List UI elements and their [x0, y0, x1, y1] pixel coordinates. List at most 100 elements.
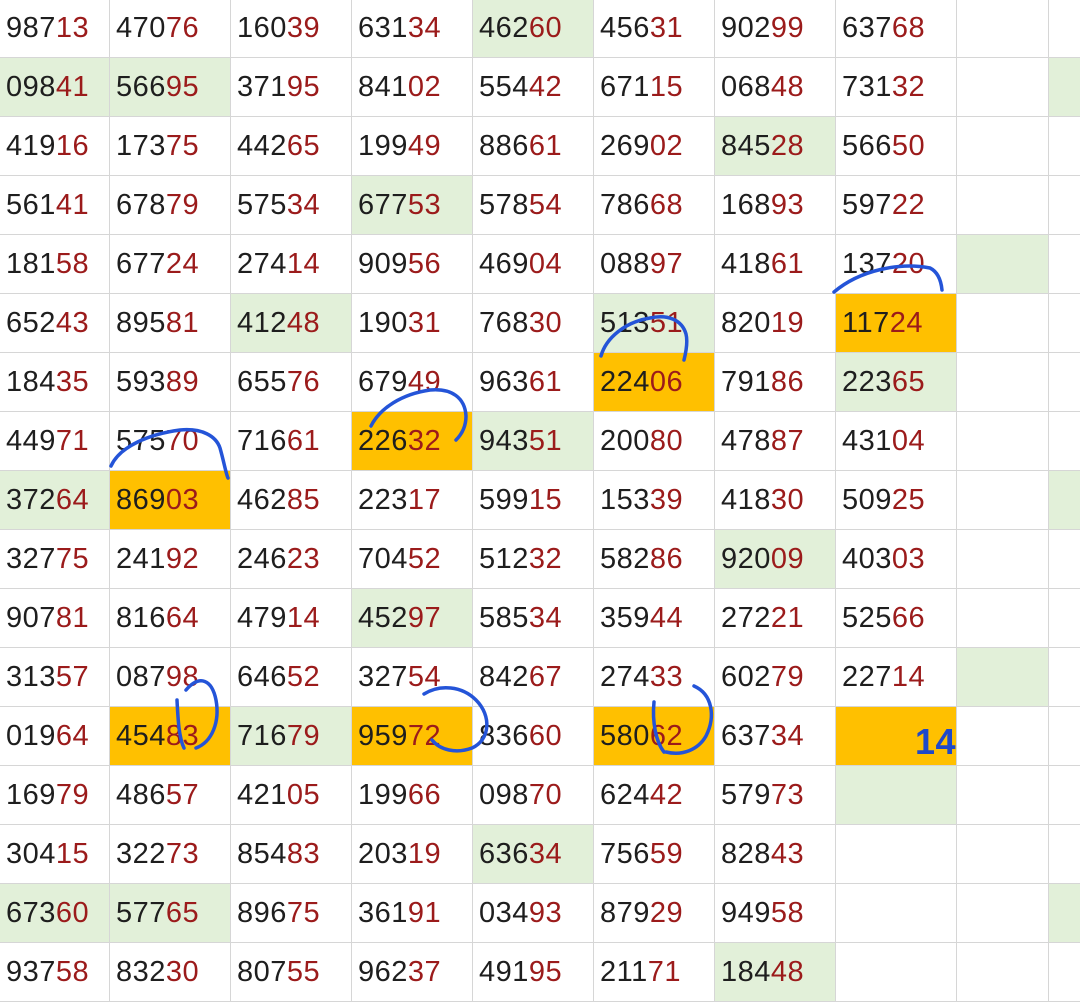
grid-cell: 582 86 [594, 530, 715, 589]
number-suffix: 30 [770, 483, 805, 516]
number-suffix: 55 [286, 955, 321, 988]
number-suffix: 75 [286, 896, 321, 929]
grid-cell: 199 66 [352, 766, 473, 825]
number-suffix: 97 [407, 601, 442, 634]
number-suffix: 75 [165, 129, 200, 162]
grid-cell: 631 34 [352, 0, 473, 58]
number-suffix: 62 [649, 719, 684, 752]
number-prefix: 756 [600, 837, 650, 870]
number-prefix: 327 [358, 660, 408, 693]
number-suffix: 43 [55, 306, 90, 339]
grid-cell: 418 61 [715, 235, 836, 294]
number-prefix: 959 [358, 719, 408, 752]
number-suffix: 92 [165, 542, 200, 575]
number-suffix: 42 [528, 70, 563, 103]
number-suffix: 54 [407, 660, 442, 693]
grid-cell [1049, 117, 1080, 176]
number-prefix: 652 [6, 306, 56, 339]
number-suffix: 61 [528, 129, 563, 162]
grid-cell: 14 [836, 707, 957, 766]
number-prefix: 716 [237, 719, 287, 752]
number-suffix: 58 [770, 896, 805, 929]
grid-cell: 886 61 [473, 117, 594, 176]
number-prefix: 322 [116, 837, 166, 870]
number-prefix: 098 [6, 70, 56, 103]
grid-cell: 088 97 [594, 235, 715, 294]
grid-cell: 832 30 [110, 943, 231, 1002]
number-prefix: 313 [6, 660, 56, 693]
number-prefix: 068 [721, 70, 771, 103]
grid-cell: 211 71 [594, 943, 715, 1002]
number-suffix: 79 [55, 778, 90, 811]
number-suffix: 53 [407, 188, 442, 221]
number-prefix: 578 [479, 188, 529, 221]
grid-cell: 655 76 [231, 353, 352, 412]
number-prefix: 599 [479, 483, 529, 516]
number-suffix: 41 [55, 188, 90, 221]
number-suffix: 99 [770, 11, 805, 44]
number-prefix: 624 [600, 778, 650, 811]
number-suffix: 65 [165, 896, 200, 929]
number-suffix: 39 [286, 11, 321, 44]
grid-cell: 372 64 [0, 471, 110, 530]
number-prefix: 224 [600, 365, 650, 398]
grid-cell: 566 95 [110, 58, 231, 117]
number-suffix: 56 [407, 247, 442, 280]
grid-cell: 034 93 [473, 884, 594, 943]
number-suffix: 79 [165, 188, 200, 221]
grid-cell [957, 943, 1049, 1002]
grid-cell: 937 58 [0, 943, 110, 1002]
number-suffix: 16 [55, 129, 90, 162]
number-suffix: 57 [165, 778, 200, 811]
number-prefix: 820 [721, 306, 771, 339]
number-suffix: 97 [649, 247, 684, 280]
grid-cell [957, 117, 1049, 176]
number-prefix: 371 [237, 70, 287, 103]
number-prefix: 987 [6, 11, 56, 44]
number-suffix: 34 [528, 837, 563, 870]
number-suffix: 73 [770, 778, 805, 811]
grid-cell [957, 589, 1049, 648]
number-suffix: 13 [55, 11, 90, 44]
number-suffix: 33 [649, 660, 684, 693]
grid-cell [1049, 58, 1080, 117]
number-suffix: 39 [649, 483, 684, 516]
grid-cell: 756 59 [594, 825, 715, 884]
number-suffix: 54 [528, 188, 563, 221]
grid-cell: 274 14 [231, 235, 352, 294]
number-suffix: 22 [891, 188, 926, 221]
number-suffix: 81 [55, 601, 90, 634]
number-prefix: 579 [721, 778, 771, 811]
number-suffix: 48 [286, 306, 321, 339]
table-row: 652 43 895 81 412 48 190 31 768 30 513 51 820 19 117 24 [0, 294, 1080, 353]
number-prefix: 678 [116, 188, 166, 221]
number-prefix: 421 [237, 778, 287, 811]
grid-cell: 419 16 [0, 117, 110, 176]
grid-cell: 841 02 [352, 58, 473, 117]
number-suffix: 48 [770, 955, 805, 988]
grid-cell: 671 15 [594, 58, 715, 117]
number-suffix: 03 [165, 483, 200, 516]
number-suffix: 60 [528, 11, 563, 44]
number-prefix: 153 [600, 483, 650, 516]
number-prefix: 593 [116, 365, 166, 398]
grid-cell [1049, 884, 1080, 943]
number-prefix: 513 [600, 306, 650, 339]
grid-cell: 637 68 [836, 0, 957, 58]
grid-cell: 304 15 [0, 825, 110, 884]
grid-cell: 491 95 [473, 943, 594, 1002]
number-suffix: 15 [55, 837, 90, 870]
grid-cell: 068 48 [715, 58, 836, 117]
number-prefix: 582 [600, 542, 650, 575]
number-grid: 987 13 470 76 160 39 631 34 462 60 456 31 902 99 637 68… [0, 0, 1080, 1002]
grid-cell: 371 95 [231, 58, 352, 117]
grid-cell: 153 39 [594, 471, 715, 530]
number-suffix: 42 [649, 778, 684, 811]
number-prefix: 602 [721, 660, 771, 693]
number-prefix: 791 [721, 365, 771, 398]
number-suffix: 57 [55, 660, 90, 693]
table-row: 907 81 816 64 479 14 452 97 585 34 359 44 272 21 525 66 [0, 589, 1080, 648]
grid-cell: 943 51 [473, 412, 594, 471]
number-prefix: 088 [600, 247, 650, 280]
number-prefix: 117 [842, 306, 890, 339]
